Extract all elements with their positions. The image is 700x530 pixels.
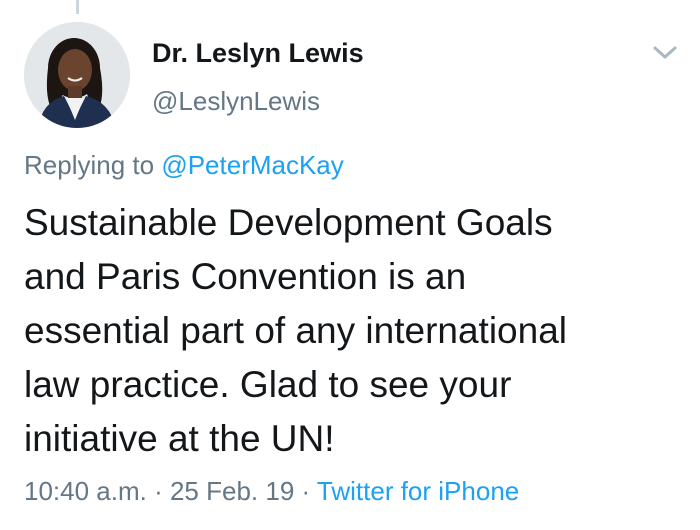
reply-mention-link[interactable]: @PeterMacKay (161, 150, 343, 180)
tweet-text-line: Sustainable Development Goals (24, 202, 553, 243)
tweet-metadata: 10:40 a.m. · 25 Feb. 19 · Twitter for iP… (24, 476, 519, 507)
tweet-header: Dr. Leslyn Lewis @LeslynLewis (24, 22, 680, 132)
avatar[interactable] (24, 22, 130, 128)
tweet-text: Sustainable Development Goals and Paris … (24, 196, 684, 466)
meta-separator: · (294, 476, 317, 506)
meta-separator: · (146, 476, 170, 506)
thread-connector-line (76, 0, 79, 14)
tweet-time[interactable]: 10:40 a.m. (24, 476, 147, 506)
tweet-menu-button[interactable] (650, 40, 680, 64)
tweet-text-line: essential part of any international (24, 310, 568, 351)
chevron-down-icon (653, 46, 677, 59)
avatar-image (24, 22, 130, 128)
tweet-text-line: law practice. Glad to see your (24, 364, 512, 405)
tweet-date[interactable]: 25 Feb. 19 (170, 476, 294, 506)
tweet-source-link[interactable]: Twitter for iPhone (317, 476, 519, 506)
author-handle[interactable]: @LeslynLewis (152, 86, 320, 117)
replying-to-label: Replying to (24, 150, 155, 180)
replying-to-line: Replying to @PeterMacKay (24, 150, 344, 181)
author-display-name[interactable]: Dr. Leslyn Lewis (152, 38, 364, 69)
tweet-text-line: and Paris Convention is an (24, 256, 467, 297)
tweet-text-line: initiative at the UN! (24, 418, 335, 459)
